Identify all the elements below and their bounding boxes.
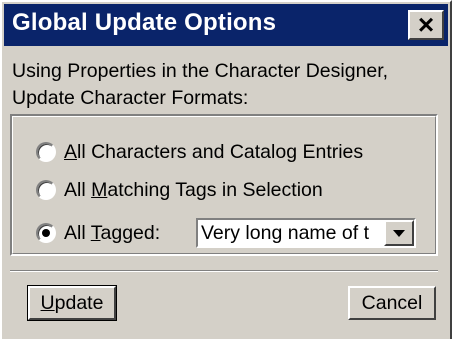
radio-all-characters[interactable]: All Characters and Catalog Entries [36, 138, 363, 166]
close-icon: × [417, 9, 435, 40]
instruction-text: Using Properties in the Character Design… [12, 58, 388, 112]
radio-all-tagged-label: All Tagged: [64, 221, 161, 244]
title-bar[interactable]: Global Update Options × [4, 4, 448, 46]
radio-button-icon[interactable] [36, 180, 56, 200]
radio-button-icon[interactable] [36, 142, 56, 162]
instruction-line-2: Update Character Formats: [12, 87, 249, 109]
radio-all-characters-label: All Characters and Catalog Entries [64, 140, 364, 163]
cancel-button[interactable]: Cancel [348, 286, 436, 320]
instruction-line-1: Using Properties in the Character Design… [12, 60, 389, 82]
close-button[interactable]: × [408, 10, 444, 40]
tag-select[interactable]: Very long name of t [196, 218, 416, 248]
dropdown-button[interactable] [384, 220, 414, 246]
radio-all-tagged[interactable]: All Tagged: [36, 219, 160, 247]
radio-matching-tags-label: All Matching Tags in Selection [64, 178, 323, 201]
radio-button-checked-icon[interactable] [36, 223, 56, 243]
tag-select-value: Very long name of t [201, 222, 370, 244]
update-button[interactable]: Update [27, 285, 117, 321]
divider [10, 270, 438, 272]
dialog-title: Global Update Options [12, 9, 277, 36]
dropdown-arrow-icon [393, 230, 405, 237]
radio-matching-tags[interactable]: All Matching Tags in Selection [36, 176, 323, 204]
